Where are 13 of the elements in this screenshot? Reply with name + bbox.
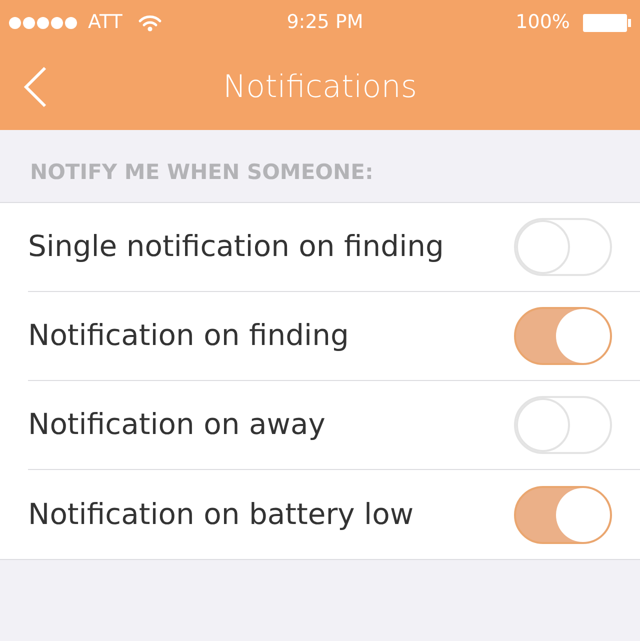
back-chevron-icon: [23, 66, 47, 108]
carrier-label: ATT: [88, 10, 122, 36]
battery-icon: [582, 12, 632, 32]
setting-label: Notification on away: [28, 406, 326, 444]
section-header: NOTIFY ME WHEN SOMEONE:: [30, 158, 374, 186]
signal-icon: [8, 16, 80, 30]
battery-percent: 100%: [516, 10, 570, 36]
status-time: 9:25 PM: [286, 10, 364, 36]
setting-label: Single notification on finding: [28, 228, 445, 266]
wifi-icon: [138, 14, 162, 32]
setting-label: Notification on finding: [28, 317, 350, 354]
setting-label: Notification on battery low: [28, 496, 415, 533]
nav-title: Notifications: [222, 68, 418, 108]
